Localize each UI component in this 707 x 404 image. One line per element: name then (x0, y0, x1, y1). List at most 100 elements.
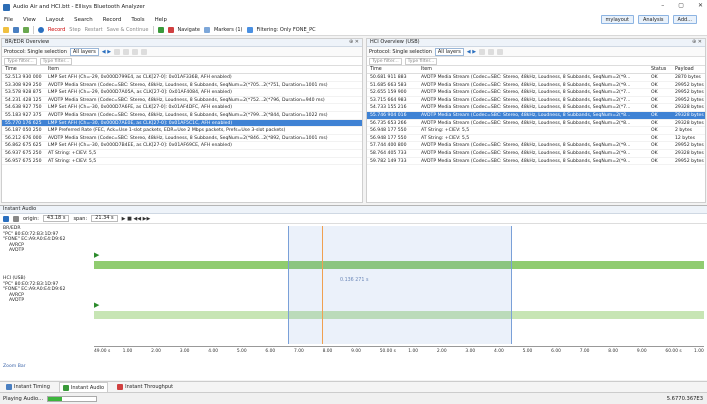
cursor-line[interactable] (322, 226, 323, 344)
event-row[interactable]: 56.735 653 266 AVDTP Media Stream (Codec=… (367, 120, 705, 128)
tool-icon[interactable] (141, 48, 148, 55)
audio-play-icon: ▶ (94, 301, 100, 309)
nav-back-icon[interactable]: ◀ ▶ (102, 49, 111, 55)
step-button[interactable]: Step (69, 27, 80, 33)
filter-icon[interactable] (203, 27, 210, 33)
row-time: 55.183 927 375 (5, 112, 42, 118)
event-row[interactable]: 56.957 675 250 AT String: +CIEV: 5,5 (2, 158, 362, 166)
event-row[interactable]: 59.782 149 733 AVDTP Media Stream (Codec=… (367, 158, 705, 166)
span-input[interactable]: 21.34 s (91, 215, 118, 222)
event-row[interactable]: 56.937 675 250 AT String: +CIEV: 5,5 (2, 150, 362, 158)
tab-instant-timing[interactable]: Instant Timing (3, 382, 53, 392)
record-button[interactable]: Record (48, 27, 65, 33)
event-row[interactable]: 55.746 904 016 AVDTP Media Stream (Codec=… (367, 111, 705, 120)
minimize-button[interactable]: – (661, 2, 664, 9)
pointer-icon[interactable] (3, 215, 9, 222)
event-row[interactable]: 52.513 930 000 LMP Set AFH (Ch=-29, 0x000… (2, 74, 362, 82)
row-status: OK (651, 135, 658, 141)
maximize-button[interactable]: ▢ (678, 2, 684, 9)
event-row[interactable]: 52.655 159 900 AVDTP Media Stream (Codec=… (367, 89, 705, 97)
event-row[interactable]: 55.183 927 375 AVDTP Media Stream (Codec=… (2, 112, 362, 120)
analysis-button[interactable]: Analysis (637, 15, 669, 24)
chart-icon[interactable] (167, 27, 174, 33)
event-row[interactable]: 53.715 664 983 AVDTP Media Stream (Codec=… (367, 97, 705, 105)
event-row[interactable]: 54.638 927 750 LMP Set AFH (Ch=-30, 0x000… (2, 104, 362, 112)
layout-icon[interactable] (157, 27, 164, 33)
play-controls[interactable]: ▶ ■ ◀◀ ▶▶ (122, 216, 151, 222)
pane-title-text: HCI Overview (USB) (370, 39, 420, 45)
layers-dropdown[interactable]: All layers (434, 47, 464, 56)
row-item: AVDTP Media Stream (Codec=SBC: Stereo, 4… (421, 97, 631, 103)
tool-icon[interactable] (114, 48, 121, 55)
col-payload[interactable]: Payload (675, 66, 705, 73)
open-icon[interactable] (3, 27, 9, 33)
event-row[interactable]: 54.231 428 125 AVDTP Media Stream (Codec=… (2, 97, 362, 105)
close-button[interactable]: ✕ (698, 2, 703, 9)
axis-tick-label: 9.00 (636, 349, 647, 354)
menu-file[interactable]: File (4, 17, 13, 23)
row-item: LMP Set AFH (Ch=-30, 0x000D7AE0E, as CLK… (48, 120, 233, 126)
row-payload: 29328 bytes (675, 120, 704, 126)
type-filter-input[interactable]: Type filter... (4, 57, 37, 65)
event-row[interactable]: 50.681 911 883 AVDTP Media Stream (Codec=… (367, 74, 705, 82)
zoom-icon[interactable] (13, 215, 19, 222)
event-row[interactable]: 58.764 405 733 AVDTP Media Stream (Codec=… (367, 150, 705, 158)
protocol-selector[interactable]: Protocol: Single selection (369, 49, 432, 55)
pane-title: BR/EDR Overview ⊕ ✕ (2, 39, 362, 47)
tool-icon[interactable] (123, 48, 130, 55)
row-payload: 29328 bytes (675, 150, 704, 156)
layers-dropdown[interactable]: All layers (69, 47, 99, 56)
markers-button[interactable]: Markers (1) (214, 27, 243, 33)
event-row[interactable]: 54.733 155 216 AVDTP Media Stream (Codec=… (367, 104, 705, 112)
play-icon[interactable] (38, 27, 44, 33)
type-filter-input[interactable]: Type filter... (404, 57, 438, 65)
menu-tools[interactable]: Tools (131, 17, 144, 23)
search-icon[interactable] (246, 27, 253, 33)
nav-back-icon[interactable]: ◀ ▶ (467, 49, 476, 55)
col-status[interactable]: Status (651, 66, 675, 73)
save-continue-button[interactable]: Save & Continue (107, 27, 149, 33)
add-button[interactable]: Add... (672, 15, 697, 24)
restart-button[interactable]: Restart (85, 27, 103, 33)
col-time[interactable]: Time (2, 66, 46, 73)
event-row[interactable]: 56.212 676 000 AVDTP Media Stream (Codec=… (2, 135, 362, 143)
type-filter-input[interactable]: Type filter... (369, 57, 402, 65)
export-icon[interactable] (23, 27, 29, 33)
event-row[interactable]: 56.187 050 250 LMP Preferred Rate (FEC, A… (2, 127, 362, 135)
save-icon[interactable] (13, 27, 19, 33)
event-row[interactable]: 56.862 675 625 LMP Set AFH (Ch=-30, 0x000… (2, 142, 362, 150)
event-row[interactable]: 53.308 929 250 AVDTP Media Stream (Codec=… (2, 82, 362, 90)
event-row[interactable]: 56.948 177 550 AT String: +CIEV: 5,5 OK 12 … (367, 135, 705, 143)
menu-view[interactable]: View (23, 17, 36, 23)
tool-icon[interactable] (497, 48, 504, 55)
axis-tick-label: 1.00 (694, 349, 704, 354)
pin-icon[interactable]: ⊕ ✕ (692, 39, 702, 46)
col-time[interactable]: Time (367, 66, 419, 73)
event-row[interactable]: 53.578 928 875 LMP Set AFH (Ch=-29, 0x000… (2, 89, 362, 97)
origin-input[interactable]: 43.18 s (42, 215, 70, 222)
menu-search[interactable]: Search (74, 17, 93, 23)
menu-record[interactable]: Record (103, 17, 122, 23)
menu-layout[interactable]: Layout (46, 17, 64, 23)
filtering-button[interactable]: Filtering: Only FONE_PC (257, 27, 316, 33)
event-row[interactable]: 56.948 177 550 AT String: +CIEV: 5,5 OK 2 b… (367, 127, 705, 135)
tab-instant-throughput[interactable]: Instant Throughput (114, 382, 176, 392)
event-row[interactable]: 51.685 663 583 AVDTP Media Stream (Codec=… (367, 82, 705, 90)
pin-icon[interactable]: ⊕ ✕ (349, 39, 359, 46)
navigate-button[interactable]: Navigate (178, 27, 200, 33)
event-row[interactable]: 55.770 176 625 LMP Set AFH (Ch=-30, 0x000… (2, 119, 362, 128)
type-filter-input[interactable]: Type filter... (39, 57, 73, 65)
col-item[interactable]: Item (419, 66, 651, 73)
tab-instant-audio[interactable]: Instant Audio (58, 382, 109, 392)
tool-icon[interactable] (479, 48, 486, 55)
menu-help[interactable]: Help (155, 17, 167, 23)
event-row[interactable]: 57.744 400 800 AVDTP Media Stream (Codec=… (367, 142, 705, 150)
layout-button[interactable]: mylayout (600, 15, 634, 24)
protocol-selector[interactable]: Protocol: Single selection (4, 49, 67, 55)
tool-icon[interactable] (488, 48, 495, 55)
tool-icon[interactable] (132, 48, 139, 55)
col-item[interactable]: Item (46, 66, 362, 73)
zoom-bar-label[interactable]: Zoom Bar (0, 364, 26, 369)
separator (33, 26, 34, 34)
playback-progress (47, 395, 98, 402)
